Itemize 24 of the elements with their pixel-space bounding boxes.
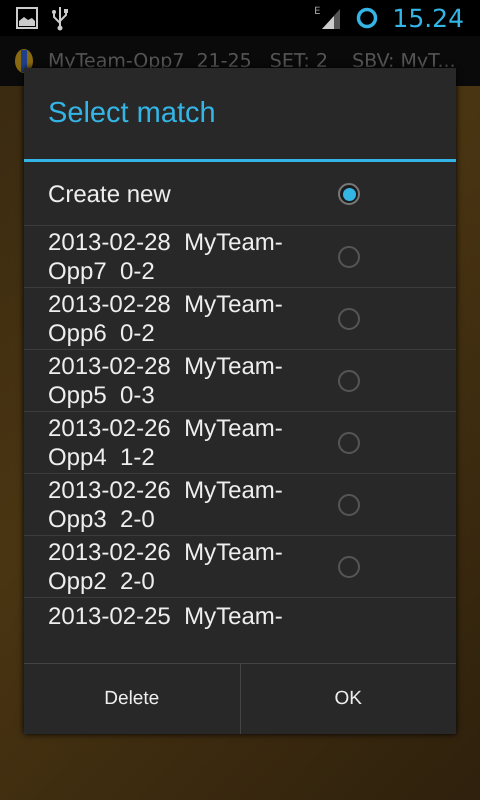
delete-button[interactable]: Delete bbox=[24, 664, 240, 734]
match-option[interactable]: 2013-02-26 MyTeam-Opp4 1-2 bbox=[48, 414, 338, 472]
radio-button[interactable] bbox=[338, 246, 360, 268]
match-option[interactable]: 2013-02-28 MyTeam-Opp7 0-2 bbox=[48, 228, 338, 286]
clock-time: 15.24 bbox=[392, 4, 464, 32]
match-option[interactable]: 2013-02-25 MyTeam- bbox=[48, 602, 338, 631]
match-option[interactable]: Create new bbox=[48, 180, 338, 208]
usb-icon bbox=[52, 5, 68, 31]
radio-button[interactable] bbox=[338, 432, 360, 454]
dialog-title: Select match bbox=[24, 68, 456, 162]
network-type: E bbox=[314, 6, 320, 17]
ring-icon bbox=[356, 7, 378, 29]
radio-button[interactable] bbox=[338, 370, 360, 392]
radio-button[interactable] bbox=[338, 308, 360, 330]
match-option[interactable]: 2013-02-28 MyTeam-Opp6 0-2 bbox=[48, 290, 338, 348]
radio-button[interactable] bbox=[338, 494, 360, 516]
match-option[interactable]: 2013-02-28 MyTeam-Opp5 0-3 bbox=[48, 352, 338, 410]
signal-icon bbox=[320, 7, 342, 29]
ok-button[interactable]: OK bbox=[240, 664, 456, 734]
match-option[interactable]: 2013-02-26 MyTeam-Opp2 2-0 bbox=[48, 538, 338, 596]
gallery-icon bbox=[16, 7, 38, 29]
radio-button[interactable] bbox=[338, 556, 360, 578]
match-option[interactable]: 2013-02-26 MyTeam-Opp3 2-0 bbox=[48, 476, 338, 534]
radio-button[interactable] bbox=[338, 183, 360, 205]
